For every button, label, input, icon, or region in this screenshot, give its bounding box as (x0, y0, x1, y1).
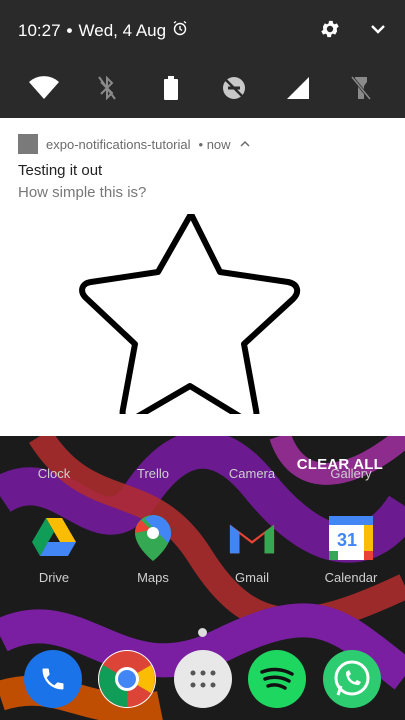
quick-settings-panel: 10:27 • Wed, 4 Aug (0, 0, 405, 118)
app-label: Calendar (324, 570, 378, 585)
app-drawer-icon[interactable] (174, 650, 232, 708)
app-clock[interactable]: Clock (14, 466, 94, 481)
notification-body: How simple this is? (18, 184, 147, 201)
app-label: Gmail (235, 570, 269, 585)
notification-title: Testing it out (18, 162, 103, 179)
star-outline-icon (79, 211, 301, 424)
app-camera[interactable]: Camera (212, 466, 292, 481)
expand-chevron-icon[interactable] (239, 137, 251, 152)
notification-time: • now (198, 136, 231, 152)
app-maps[interactable]: Maps (113, 514, 193, 585)
app-trello[interactable]: Trello (113, 466, 193, 481)
drive-icon (30, 514, 78, 562)
app-label: Trello (136, 466, 170, 481)
status-separator: • (66, 20, 73, 40)
cellular-signal-icon[interactable] (281, 71, 315, 105)
maps-icon (129, 514, 177, 562)
whatsapp-icon[interactable] (323, 650, 381, 708)
status-time: 10:27 (18, 20, 61, 40)
settings-gear-icon[interactable] (319, 18, 341, 45)
app-label: Camera (228, 466, 276, 481)
notification-image (78, 211, 306, 424)
app-drive[interactable]: Drive (14, 514, 94, 585)
spotify-icon[interactable] (248, 650, 306, 708)
app-icon (18, 134, 38, 154)
gmail-icon (228, 514, 276, 562)
chevron-down-icon[interactable] (369, 20, 387, 43)
app-label: Clock (37, 466, 71, 481)
app-label: Drive (38, 570, 70, 585)
app-gmail[interactable]: Gmail (212, 514, 292, 585)
chrome-icon[interactable] (98, 650, 156, 708)
notification-app-name: expo-notifications-tutorial (46, 136, 191, 152)
app-calendar[interactable]: 31 Calendar (311, 514, 391, 585)
alarm-icon (172, 20, 188, 41)
quick-settings-tiles (0, 70, 405, 106)
home-screen: CLEAR ALL Clock Trello Camera Gallery Dr… (0, 436, 405, 720)
bluetooth-icon[interactable] (90, 71, 124, 105)
notification-header: expo-notifications-tutorial • now (18, 134, 251, 154)
battery-icon[interactable] (154, 71, 188, 105)
calendar-icon: 31 (327, 514, 375, 562)
notification-card[interactable]: expo-notifications-tutorial • now Testin… (0, 118, 405, 436)
page-indicator (198, 628, 207, 637)
status-date: Wed, 4 Aug (78, 20, 167, 40)
wifi-icon[interactable] (27, 71, 61, 105)
do-not-disturb-icon[interactable] (217, 71, 251, 105)
dock (0, 648, 405, 718)
app-label: Gallery (330, 466, 372, 481)
phone-icon[interactable] (24, 650, 82, 708)
app-label: Maps (137, 570, 169, 585)
status-datetime: 10:27 • Wed, 4 Aug (18, 20, 188, 41)
app-gallery[interactable]: Gallery (311, 466, 391, 481)
flashlight-off-icon[interactable] (344, 71, 378, 105)
calendar-day: 31 (337, 530, 357, 550)
